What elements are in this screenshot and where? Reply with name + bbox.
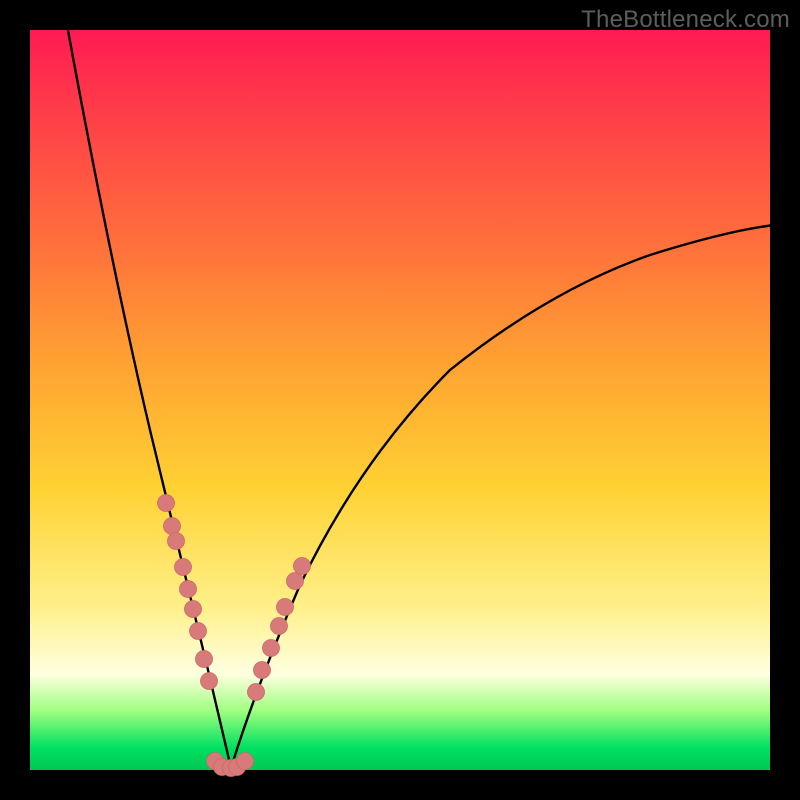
watermark: TheBottleneck.com — [581, 6, 790, 34]
plot-area — [30, 30, 770, 770]
chart-frame: TheBottleneck.com — [0, 0, 800, 800]
markers-right — [248, 558, 311, 701]
curve-layer — [30, 30, 770, 770]
curve-right-branch — [231, 225, 775, 768]
markers-trough — [207, 753, 254, 777]
markers-left — [158, 495, 218, 690]
